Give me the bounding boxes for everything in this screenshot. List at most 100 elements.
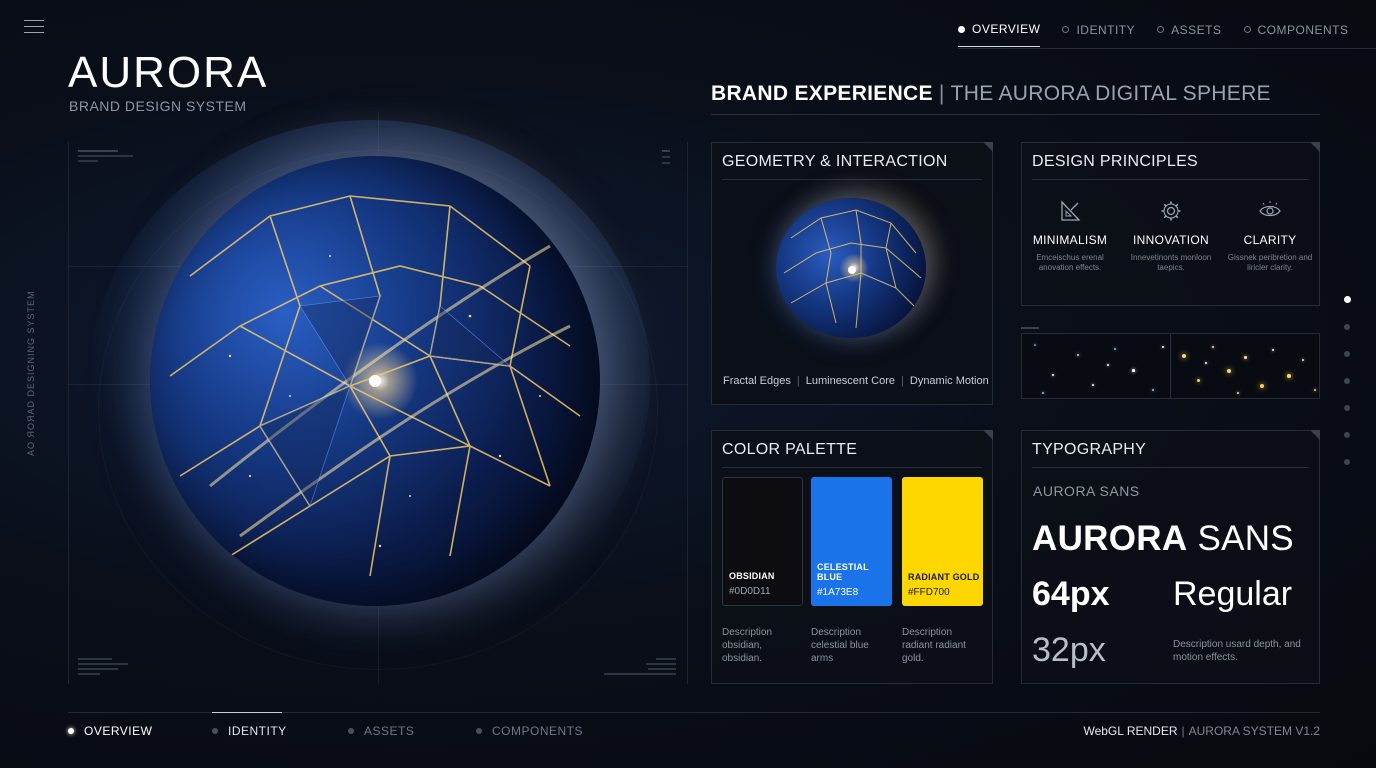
strip-divider <box>1170 334 1171 398</box>
render-label: WebGL RENDER <box>1083 724 1178 738</box>
nav-dot-icon <box>348 728 354 734</box>
sphere-fractal-lines <box>169 195 581 577</box>
swatch-hex: #1A73E8 <box>817 587 859 598</box>
swatch-obsidian[interactable]: OBSIDIAN #0D0D11 <box>722 477 803 606</box>
title-strong: BRAND EXPERIENCE <box>711 82 933 105</box>
star <box>1272 349 1274 351</box>
logo: AURORA <box>68 48 269 97</box>
principle-name: MINIMALISM <box>1032 233 1108 247</box>
swatch-description: Description radiant radiant gold. <box>902 627 966 664</box>
star <box>1132 369 1135 372</box>
top-nav-identity[interactable]: IDENTITY <box>1062 22 1135 47</box>
pager-dot[interactable] <box>1344 324 1350 330</box>
star <box>1302 359 1304 361</box>
ruler-triangle-icon <box>1061 200 1081 221</box>
font-name-regular: SANS <box>1197 519 1294 558</box>
font-name-small: AURORA SANS <box>1033 483 1140 499</box>
strip-marker <box>1021 327 1039 329</box>
feature-divider: | <box>796 375 800 387</box>
top-nav: OVERVIEW IDENTITY ASSETS COMPONENTS <box>958 22 1349 47</box>
feature-label: Fractal Edges <box>723 375 791 387</box>
mini-sphere <box>776 198 926 338</box>
card-title: TYPOGRAPHY <box>1032 441 1147 458</box>
nav-dot-icon <box>1157 26 1165 33</box>
swatch-description: Description obsidian, obsidian. <box>722 627 773 664</box>
top-nav-label: IDENTITY <box>1076 22 1136 37</box>
star <box>1034 344 1036 346</box>
bottom-nav-assets[interactable]: ASSETS <box>348 724 476 738</box>
swatch-radiant-gold[interactable]: RADIANT GOLD #FFD700 <box>902 477 983 606</box>
gear-icon <box>1161 201 1181 221</box>
bottom-nav-identity[interactable]: IDENTITY <box>212 712 348 738</box>
bottom-nav-label: IDENTITY <box>228 724 287 738</box>
typography-card: TYPOGRAPHY AURORA SANS AURORA SANS 64px … <box>1021 430 1320 684</box>
feature-label: Dynamic Motion <box>909 375 989 387</box>
starfield-strip <box>1021 333 1320 399</box>
nav-dot-icon <box>1243 26 1251 33</box>
principle-clarity: CLARITY Gissnek peribretion and liricler… <box>1222 199 1318 273</box>
top-nav-label: OVERVIEW <box>972 22 1041 36</box>
principle-desc: Emceischus erenal anovation effects. <box>1036 253 1104 272</box>
font-name-large: AURORA SANS <box>1032 519 1294 559</box>
principle-name: CLARITY <box>1243 233 1297 247</box>
color-palette-card: COLOR PALETTE OBSIDIAN #0D0D11 CELESTIAL… <box>711 430 993 684</box>
principle-innovation: INNOVATION Innevetinonts monloon taepics… <box>1123 199 1219 273</box>
top-nav-assets[interactable]: ASSETS <box>1157 22 1221 47</box>
top-nav-label: ASSETS <box>1171 22 1222 37</box>
corner-marks-top-right <box>662 150 676 164</box>
title-separator: | <box>938 82 945 105</box>
top-nav-components[interactable]: COMPONENTS <box>1243 22 1349 47</box>
aurora-sphere <box>150 156 600 606</box>
font-name-bold: AURORA <box>1032 519 1188 558</box>
bottom-nav-overview[interactable]: OVERVIEW <box>68 724 212 738</box>
swatch-hex: #FFD700 <box>908 587 950 598</box>
swatch-hex: #0D0D11 <box>729 586 771 597</box>
geometry-card: GEOMETRY & INTERACTION Fractal Edges | L… <box>711 142 993 405</box>
menu-icon[interactable] <box>24 20 44 36</box>
swatch-name: RADIANT GOLD <box>908 572 980 582</box>
card-title: COLOR PALETTE <box>722 441 858 458</box>
eye-icon <box>1259 201 1281 217</box>
nav-dot-icon <box>68 728 74 734</box>
swatch-name: OBSIDIAN <box>729 571 775 581</box>
pager-dot[interactable] <box>1344 351 1350 357</box>
nav-dot-icon <box>1062 26 1070 33</box>
star <box>1205 362 1207 364</box>
bottom-nav-components[interactable]: COMPONENTS <box>476 724 583 738</box>
weight-sample: Regular <box>1173 575 1293 613</box>
feature-label: Luminescent Core <box>805 375 896 387</box>
swatch-celestial-blue[interactable]: CELESTIAL BLUE #1A73E8 <box>811 477 892 606</box>
logo-subtitle: BRAND DESIGN SYSTEM <box>69 98 247 114</box>
version-label: AURORA SYSTEM V1.2 <box>1188 724 1320 738</box>
star <box>1052 374 1054 376</box>
star <box>1314 389 1317 392</box>
nav-dot-icon <box>212 728 218 734</box>
star <box>1197 379 1201 383</box>
bottom-nav-label: ASSETS <box>364 724 415 738</box>
star <box>1227 369 1231 373</box>
top-nav-label: COMPONENTS <box>1257 22 1349 37</box>
mini-sphere-lines <box>783 209 922 329</box>
pager-dot[interactable] <box>1344 296 1351 303</box>
pager-dot[interactable] <box>1344 432 1350 438</box>
geometry-features: Fractal Edges | Luminescent Core | Dynam… <box>723 375 989 387</box>
principle-desc: Gissnek peribretion and liricler clarity… <box>1227 253 1313 272</box>
side-vertical-text: AO ЯOЯAD DESIGNING SYSTEM <box>26 290 36 456</box>
star <box>1107 364 1109 366</box>
star <box>1244 356 1247 359</box>
page-title: BRAND EXPERIENCE | THE AURORA DIGITAL SPHE… <box>711 82 1271 106</box>
card-title: GEOMETRY & INTERACTION <box>722 153 948 170</box>
star <box>1152 389 1154 391</box>
footer-separator: | <box>1181 724 1185 738</box>
size-sample-large: 64px <box>1032 575 1110 613</box>
pager-dot[interactable] <box>1344 405 1350 411</box>
star <box>1042 392 1044 394</box>
star <box>1114 348 1116 350</box>
top-nav-overview[interactable]: OVERVIEW <box>958 22 1041 47</box>
pager-dot[interactable] <box>1344 378 1350 384</box>
header-divider <box>711 114 1320 115</box>
pager-dot[interactable] <box>1344 459 1350 465</box>
size-sample-small: 32px <box>1032 631 1106 669</box>
principle-name: INNOVATION <box>1133 233 1209 247</box>
star <box>1287 374 1291 378</box>
